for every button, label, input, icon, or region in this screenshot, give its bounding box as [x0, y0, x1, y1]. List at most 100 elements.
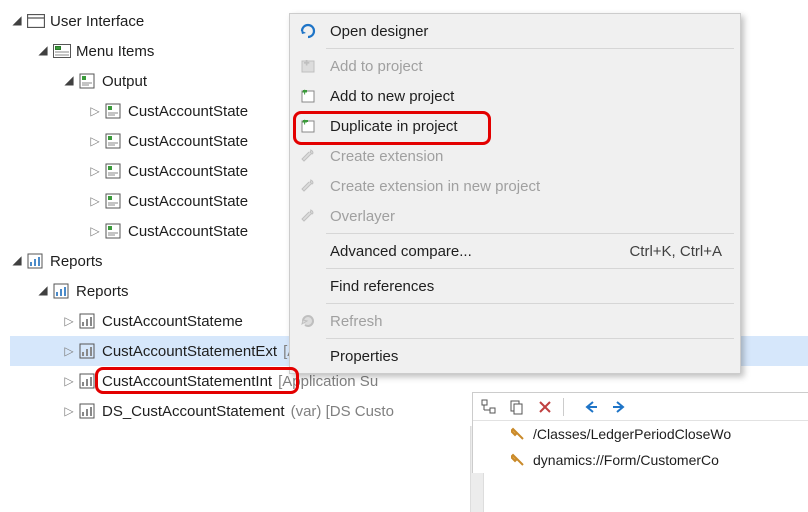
report-icon	[78, 401, 98, 421]
node-label: CustAccountState	[128, 223, 248, 240]
report-item-icon	[104, 191, 124, 211]
add-new-project-icon: +	[294, 82, 322, 110]
collapse-arrow-icon[interactable]: ▷	[88, 194, 102, 208]
report-icon	[78, 311, 98, 331]
menu-separator	[326, 268, 734, 269]
duplicate-icon: +	[294, 112, 322, 140]
wrench-icon	[294, 142, 322, 170]
toolbar-clear-icon[interactable]	[535, 397, 555, 417]
menu-label: Add to new project	[322, 88, 736, 105]
svg-text:+: +	[304, 58, 309, 68]
blank-icon	[294, 272, 322, 300]
open-designer-icon	[294, 17, 322, 45]
menu-label: Create extension in new project	[322, 178, 736, 195]
node-suffix: (var) [DS Custo	[291, 403, 394, 420]
report-item-icon	[104, 161, 124, 181]
expand-arrow-icon[interactable]: ◢	[10, 253, 24, 267]
blank-icon	[294, 342, 322, 370]
collapse-arrow-icon[interactable]: ▷	[88, 134, 102, 148]
node-label: CustAccountState	[128, 133, 248, 150]
menu-refresh: Refresh	[292, 306, 738, 336]
reports-icon	[26, 251, 46, 271]
report-item-icon	[104, 131, 124, 151]
refresh-icon	[294, 307, 322, 335]
svg-text:+: +	[302, 87, 307, 97]
menu-label: Refresh	[322, 313, 736, 330]
node-label: CustAccountState	[128, 193, 248, 210]
reports-icon	[52, 281, 72, 301]
expand-arrow-icon[interactable]: ◢	[10, 13, 24, 27]
collapse-arrow-icon[interactable]: ▷	[88, 164, 102, 178]
node-label: CustAccountStatementExt	[102, 343, 277, 360]
svg-text:+: +	[302, 117, 307, 127]
module-icon	[26, 11, 46, 31]
menu-label: Create extension	[322, 148, 736, 165]
menu-properties[interactable]: Properties	[292, 341, 738, 371]
menu-label: Duplicate in project	[322, 118, 736, 135]
menu-shortcut: Ctrl+K, Ctrl+A	[629, 243, 736, 260]
add-project-icon: +	[294, 52, 322, 80]
report-item-icon	[104, 101, 124, 121]
output-icon	[78, 71, 98, 91]
expand-arrow-icon[interactable]: ◢	[62, 73, 76, 87]
menu-separator	[326, 303, 734, 304]
collapse-arrow-icon[interactable]: ▷	[62, 344, 76, 358]
menu-create-extension: Create extension	[292, 141, 738, 171]
node-label: CustAccountStateme	[102, 313, 243, 330]
right-toolbar	[473, 393, 808, 421]
report-icon	[78, 341, 98, 361]
collapse-arrow-icon[interactable]: ▷	[62, 404, 76, 418]
toolbar-forward-icon[interactable]	[609, 397, 629, 417]
menu-separator	[326, 233, 734, 234]
menu-label: Advanced compare...	[322, 243, 629, 260]
menu-label: Properties	[322, 348, 736, 365]
node-label: Reports	[50, 253, 103, 270]
menu-duplicate-in-project[interactable]: + Duplicate in project	[292, 111, 738, 141]
menu-overlayer: Overlayer	[292, 201, 738, 231]
menu-separator	[326, 338, 734, 339]
node-label: Output	[102, 73, 147, 90]
hammer-icon	[509, 425, 527, 443]
collapse-arrow-icon[interactable]: ▷	[88, 104, 102, 118]
node-label: Menu Items	[76, 43, 154, 60]
list-item[interactable]: dynamics://Form/CustomerCo	[473, 447, 808, 473]
wrench-icon	[294, 202, 322, 230]
menu-create-extension-new: Create extension in new project	[292, 171, 738, 201]
context-menu: Open designer + Add to project + Add to …	[289, 13, 741, 374]
collapse-arrow-icon[interactable]: ▷	[62, 374, 76, 388]
menu-label: Open designer	[322, 23, 736, 40]
collapse-arrow-icon[interactable]: ▷	[88, 224, 102, 238]
report-item-icon	[104, 221, 124, 241]
toolbar-back-icon[interactable]	[581, 397, 601, 417]
expand-arrow-icon[interactable]: ◢	[36, 43, 50, 57]
menu-find-references[interactable]: Find references	[292, 271, 738, 301]
node-label: User Interface	[50, 13, 144, 30]
report-icon	[78, 371, 98, 391]
node-label: DS_CustAccountStatement	[102, 403, 285, 420]
menu-items-icon	[52, 41, 72, 61]
list-label: /Classes/LedgerPeriodCloseWo	[533, 426, 731, 442]
node-label: Reports	[76, 283, 129, 300]
menu-advanced-compare[interactable]: Advanced compare... Ctrl+K, Ctrl+A	[292, 236, 738, 266]
collapse-arrow-icon[interactable]: ▷	[62, 314, 76, 328]
list-label: dynamics://Form/CustomerCo	[533, 452, 719, 468]
menu-label: Find references	[322, 278, 736, 295]
menu-separator	[326, 48, 734, 49]
expand-arrow-icon[interactable]: ◢	[36, 283, 50, 297]
blank-icon	[294, 237, 322, 265]
node-label: CustAccountState	[128, 163, 248, 180]
node-suffix: [Application Su	[278, 373, 378, 390]
hammer-icon	[509, 451, 527, 469]
menu-label: Overlayer	[322, 208, 736, 225]
menu-open-designer[interactable]: Open designer	[292, 16, 738, 46]
menu-add-to-new-project[interactable]: + Add to new project	[292, 81, 738, 111]
right-panel: /Classes/LedgerPeriodCloseWo dynamics://…	[472, 392, 808, 473]
node-label: CustAccountStatementInt	[102, 373, 272, 390]
menu-label: Add to project	[322, 58, 736, 75]
toolbar-copy-icon[interactable]	[507, 397, 527, 417]
toolbar-tree-icon[interactable]	[479, 397, 499, 417]
list-item[interactable]: /Classes/LedgerPeriodCloseWo	[473, 421, 808, 447]
menu-add-to-project: + Add to project	[292, 51, 738, 81]
wrench-icon	[294, 172, 322, 200]
node-label: CustAccountState	[128, 103, 248, 120]
